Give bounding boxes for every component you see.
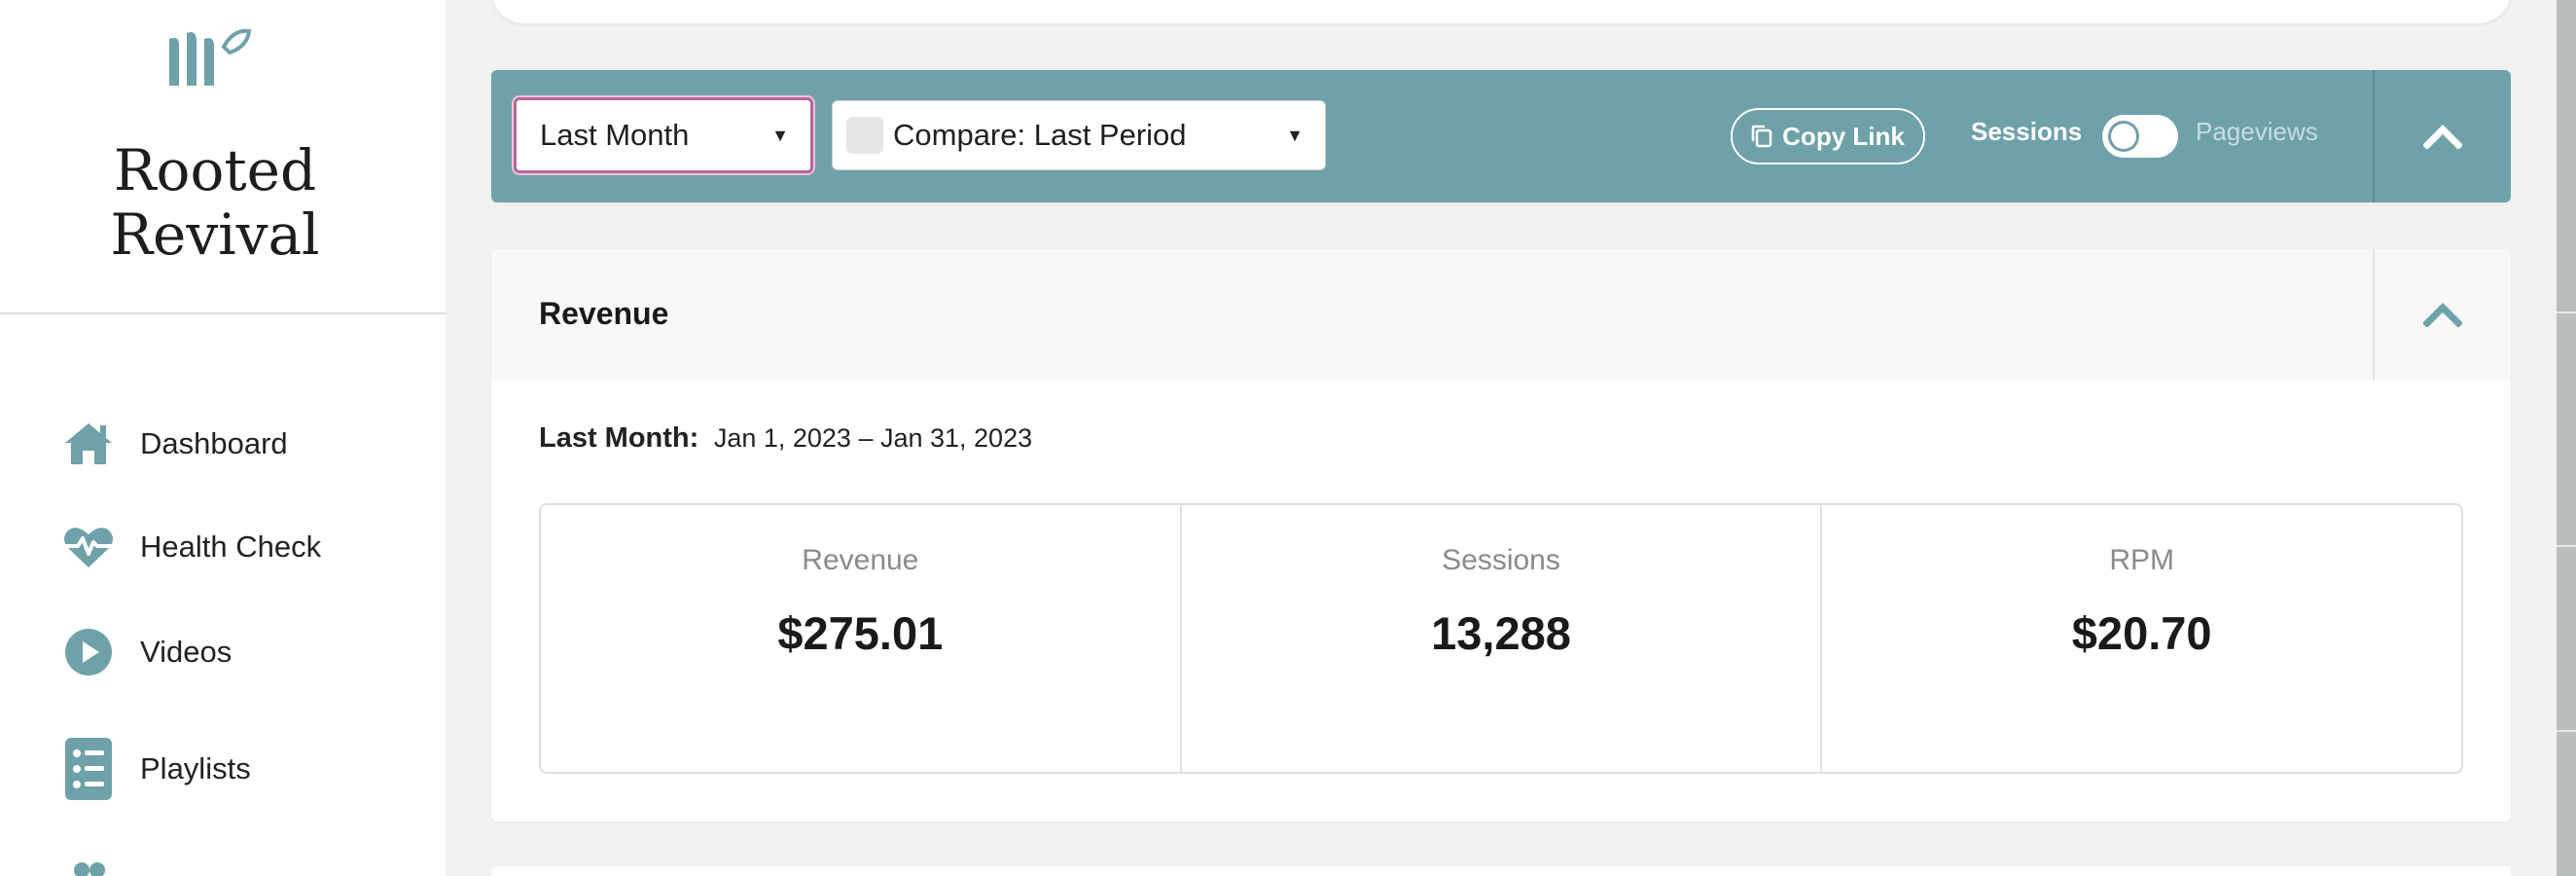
copy-icon [1751, 125, 1772, 148]
compare-select-value: Compare: Last Period [893, 118, 1187, 152]
period-select-value: Last Month [540, 118, 690, 152]
brand-line-1: Rooted [113, 137, 317, 203]
sessions-pageviews-toggle[interactable] [2102, 115, 2178, 158]
panel-collapse-button[interactable] [2375, 249, 2511, 380]
stat-label: Sessions [1442, 544, 1560, 576]
chevron-up-icon [2423, 125, 2462, 149]
stat-value: $275.01 [777, 607, 944, 659]
toggle-pageviews-label: Pageviews [2196, 117, 2318, 146]
stat-revenue: Revenue $275.01 [541, 505, 1180, 772]
stat-value: $20.70 [2071, 607, 2212, 659]
copy-link-label: Copy Link [1782, 121, 1905, 151]
sidebar-item-videos[interactable]: Videos [62, 618, 432, 686]
home-icon [62, 418, 115, 470]
brand-line-2: Revival [110, 201, 320, 268]
play-circle-icon [62, 626, 115, 678]
background-window-strip [2557, 0, 2576, 876]
date-range: Last Month: Jan 1, 2023 – Jan 31, 2023 [539, 422, 1032, 455]
toggle-sessions-label: Sessions [1971, 117, 2083, 146]
sidebar-item-dashboard[interactable]: Dashboard [62, 410, 432, 478]
stat-label: Revenue [802, 544, 919, 576]
date-range-value: Jan 1, 2023 – Jan 31, 2023 [713, 423, 1033, 453]
sidebar-divider [0, 312, 446, 314]
sidebar-item-playlists[interactable]: Playlists [62, 735, 432, 803]
brand-name: Rooted Revival [0, 138, 430, 267]
copy-link-button[interactable]: Copy Link [1731, 108, 1925, 164]
stat-value: 13,288 [1431, 607, 1571, 659]
sidebar-item-label: Playlists [140, 751, 251, 785]
revenue-panel: Revenue Last Month: Jan 1, 2023 – Jan 31… [491, 249, 2511, 821]
heart-pulse-icon [62, 521, 115, 573]
partial-nav-icon [74, 862, 105, 876]
sidebar-item-label: Health Check [140, 529, 322, 564]
strip-edge [2557, 545, 2576, 547]
stats-table: Revenue $275.01 Sessions 13,288 RPM $20.… [539, 503, 2463, 774]
filter-collapse-button[interactable] [2375, 70, 2511, 202]
sidebar-item-label: Videos [140, 635, 233, 669]
chevron-up-icon [2423, 303, 2462, 327]
logo-icon [169, 28, 252, 86]
stat-label: RPM [2109, 544, 2175, 576]
previous-card [491, 0, 2511, 23]
strip-edge [2557, 730, 2576, 732]
stat-sessions: Sessions 13,288 [1179, 505, 1821, 772]
toggle-knob [2108, 121, 2139, 152]
sidebar: Rooted Revival Dashboard Health Check Vi… [0, 0, 446, 876]
caret-down-icon: ▼ [1286, 125, 1304, 145]
panel-title: Revenue [539, 296, 669, 331]
strip-edge [2557, 311, 2576, 313]
date-range-label: Last Month: [539, 422, 699, 454]
next-card [491, 866, 2511, 876]
revenue-panel-header: Revenue [491, 249, 2511, 380]
period-select[interactable]: Last Month ▼ [514, 97, 813, 173]
compare-select[interactable]: Compare: Last Period ▼ [832, 100, 1326, 170]
list-icon [62, 738, 115, 800]
filter-bar: Last Month ▼ Compare: Last Period ▼ Copy… [491, 70, 2511, 202]
sidebar-item-health-check[interactable]: Health Check [62, 513, 432, 581]
caret-down-icon: ▼ [771, 125, 789, 145]
compare-checkbox[interactable] [846, 117, 883, 154]
sidebar-item-label: Dashboard [140, 426, 288, 460]
stat-rpm: RPM $20.70 [1820, 505, 2461, 772]
